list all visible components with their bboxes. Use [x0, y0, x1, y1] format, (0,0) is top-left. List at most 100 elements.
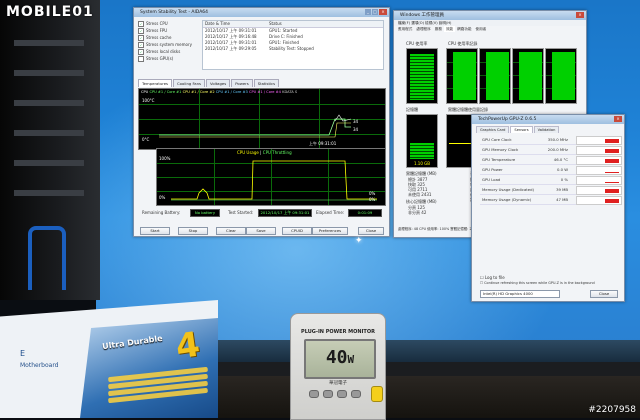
box-feature-stripes: [108, 366, 208, 404]
elapsed-label: Elapsed Time:: [316, 210, 345, 215]
stability-test-window[interactable]: System Stability Test - AIDA64 _ □ × ✓ St…: [133, 7, 390, 237]
checkbox-icon[interactable]: ✓: [138, 48, 144, 55]
sensor-value: 0.0 W: [557, 167, 568, 172]
test-started-value: 2012/10/17 上午 09:31:01: [258, 209, 312, 217]
tab-temperatures[interactable]: Temperatures: [138, 79, 173, 87]
stress-option-label: Stress FPU: [146, 28, 168, 33]
preferences-button[interactable]: Preferences: [312, 227, 348, 235]
save-button[interactable]: Save: [246, 227, 276, 235]
checkbox-icon[interactable]: ✓: [138, 41, 144, 48]
tab-networking[interactable]: 網路功能: [455, 26, 473, 32]
clear-button[interactable]: Clear: [216, 227, 246, 235]
gpuz-tabs: Graphics Card Sensors Validation: [472, 126, 624, 133]
stress-option[interactable]: ✓ Stress FPU: [138, 27, 192, 34]
maximize-button[interactable]: □: [372, 9, 378, 15]
tab-applications[interactable]: 應用程式: [396, 26, 414, 32]
checkbox-icon[interactable]: ✓: [138, 34, 144, 41]
value-b: 34: [353, 127, 359, 132]
sensor-value: 46.0 °C: [553, 157, 568, 162]
power-meter-display: 40W: [304, 339, 376, 379]
stress-option[interactable]: ✓ Stress local disks: [138, 48, 192, 55]
window-title: System Stability Test - AIDA64: [134, 8, 389, 17]
stress-option-label: Stress cache: [146, 35, 172, 40]
stress-option-label: Stress GPU(s): [146, 56, 174, 61]
motherboard-hardware: [0, 0, 100, 300]
checkbox-icon[interactable]: ✓: [138, 27, 144, 34]
remaining-battery-value: No battery: [190, 209, 220, 217]
checkbox-icon[interactable]: ✓: [138, 20, 144, 27]
minimize-button[interactable]: _: [365, 9, 371, 15]
gpu-z-window[interactable]: TechPowerUp GPU-Z 0.6.5 × Graphics Card …: [471, 114, 625, 302]
sensor-row: Memory Usage (Dynamic) 47 MB: [480, 195, 622, 205]
memory-history-label: 實體記憶體使用量記錄: [448, 107, 488, 112]
stress-option[interactable]: ✓ Stress cache: [138, 34, 192, 41]
sensor-label: GPU Load: [482, 177, 501, 182]
gpu-select[interactable]: Intel(R) HD Graphics 4000: [480, 290, 560, 298]
graph-tabs: Temperatures Cooling Fans Voltages Power…: [138, 79, 280, 87]
meter-button[interactable]: [351, 390, 361, 398]
memory-meter: 1.10 GB: [406, 114, 438, 168]
ultra-durable-number: 4: [173, 324, 203, 368]
sensor-graph: [576, 136, 622, 145]
sensor-graph: [576, 146, 622, 155]
checkbox-icon[interactable]: [138, 55, 144, 62]
tab-processes[interactable]: 處理程序: [414, 26, 432, 32]
sensor-graph: [576, 196, 622, 205]
sensor-graph: [576, 166, 622, 175]
sensor-label: GPU Temperature: [482, 157, 516, 162]
temperature-lines: [159, 114, 352, 138]
stress-option[interactable]: Stress GPU(s): [138, 55, 192, 62]
tab-validation[interactable]: Validation: [533, 126, 560, 133]
stress-option[interactable]: ✓ Stress system memory: [138, 41, 192, 48]
tab-cooling-fans[interactable]: Cooling Fans: [173, 79, 206, 87]
tab-strip: 應用程式 處理程序 服務 效能 網路功能 使用者: [394, 26, 586, 32]
stress-option-label: Stress system memory: [145, 42, 192, 47]
sensor-value: 47 MB: [556, 197, 568, 202]
tab-voltages[interactable]: Voltages: [206, 79, 231, 87]
site-logo: MOBILE01: [6, 4, 94, 20]
continue-refresh-checkbox[interactable]: ☐ Continue refreshing this screen while …: [480, 281, 595, 286]
tab-graphics-card[interactable]: Graphics Card: [476, 126, 510, 133]
close-button[interactable]: Close: [358, 227, 384, 235]
sensor-value: 350.0 MHz: [547, 137, 568, 142]
meter-yellow-button[interactable]: [371, 386, 383, 402]
close-icon[interactable]: ×: [614, 116, 622, 122]
close-icon[interactable]: ×: [576, 12, 584, 18]
close-button[interactable]: Close: [590, 290, 618, 298]
tab-performance[interactable]: 效能: [443, 26, 456, 32]
start-button[interactable]: Start: [140, 227, 170, 235]
tab-users[interactable]: 使用者: [474, 26, 489, 32]
stop-button[interactable]: Stop: [178, 227, 208, 235]
cpu-core-history: [512, 48, 544, 104]
test-started-label: Test Started:: [228, 210, 254, 215]
power-meter-title: PLUG-IN POWER MONITOR: [301, 329, 375, 335]
window-title: TechPowerUp GPU-Z 0.6.5: [472, 115, 624, 124]
cpu-meter: [406, 48, 438, 104]
tab-powers[interactable]: Powers: [231, 79, 253, 87]
meter-button[interactable]: [337, 390, 347, 398]
meter-button[interactable]: [323, 390, 333, 398]
tab-services[interactable]: 服務: [433, 26, 444, 32]
cursor-icon: ✦: [355, 236, 363, 246]
status-bar: Remaining Battery: No battery Test Start…: [140, 209, 386, 219]
meter-button[interactable]: [309, 390, 319, 398]
stress-option[interactable]: ✓ Stress CPU: [138, 20, 192, 27]
cpu-history-label: CPU 使用率記錄: [448, 41, 478, 46]
tab-sensors[interactable]: Sensors: [510, 126, 533, 133]
physical-row: 未使用 2431: [408, 192, 432, 197]
log-to-file-checkbox[interactable]: ☐ Log to file: [480, 275, 505, 280]
close-icon[interactable]: ×: [379, 9, 387, 15]
usage-lines: [171, 160, 377, 201]
watermark: #2207958: [588, 405, 636, 415]
status-bar: 處理程序: 48 CPU 使用率: 100% 實體記憶體: 28%: [398, 227, 478, 231]
kernel-row: 非分頁 42: [408, 210, 427, 215]
tab-statistics[interactable]: Statistics: [253, 79, 280, 87]
sensor-label: GPU Core Clock: [482, 137, 512, 142]
power-meter: PLUG-IN POWER MONITOR 40W 華冠電子: [290, 313, 386, 420]
cpuid-button[interactable]: CPUID: [282, 227, 312, 235]
box-line: Motherboard: [20, 362, 59, 369]
sensor-value: 0 %: [560, 177, 568, 182]
stress-option-label: Stress local disks: [146, 49, 181, 54]
sensor-row: GPU Temperature 46.0 °C: [480, 155, 622, 165]
elapsed-value: 0:01:09: [348, 209, 382, 217]
